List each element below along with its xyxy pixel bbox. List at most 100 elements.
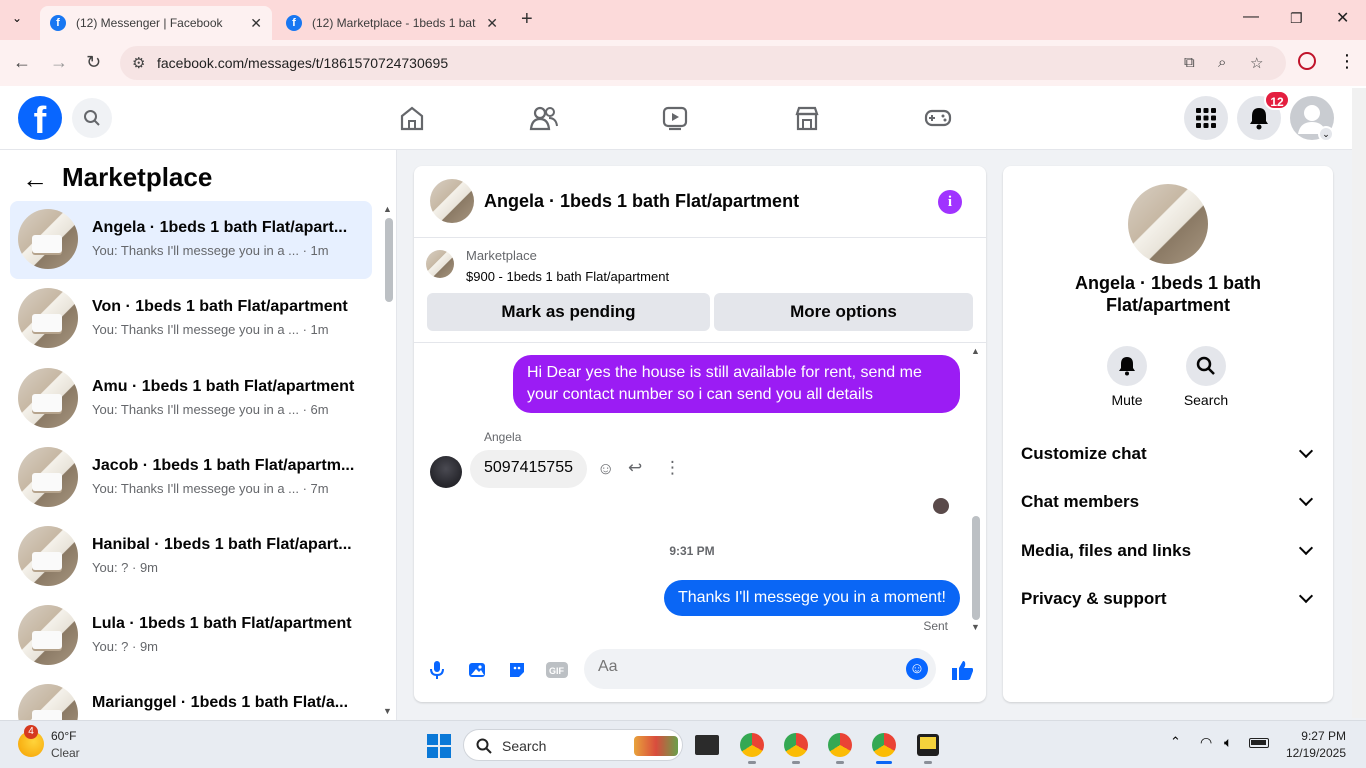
chrome-app-icon[interactable] <box>872 733 896 757</box>
home-icon[interactable] <box>396 102 428 134</box>
gif-icon[interactable]: GIF <box>546 659 568 681</box>
clock-time[interactable]: 9:27 PM <box>1292 729 1346 743</box>
clock-date[interactable]: 12/19/2025 <box>1282 746 1346 760</box>
menu-grid-button[interactable] <box>1184 96 1228 140</box>
minimize-icon[interactable]: — <box>1243 8 1259 26</box>
volume-icon[interactable]: 🔈︎ <box>1224 734 1232 751</box>
tab-title: (12) Messenger | Facebook <box>76 16 223 30</box>
chat-row[interactable]: Angela · 1beds 1 bath Flat/apart... You:… <box>10 201 372 279</box>
photo-icon[interactable] <box>466 659 488 681</box>
conversation-title[interactable]: Angela · 1beds 1 bath Flat/apartment <box>484 191 799 212</box>
wifi-icon[interactable]: ◠ <box>1200 734 1212 751</box>
tab-search-icon[interactable]: ⌄ <box>12 11 22 25</box>
chat-row[interactable]: Marianggel · 1beds 1 bath Flat/a... <box>10 676 372 720</box>
back-icon[interactable]: ← <box>13 52 31 73</box>
close-tab-icon[interactable]: ✕ <box>486 15 498 32</box>
scroll-down-icon[interactable]: ▼ <box>383 706 392 716</box>
forward-icon[interactable]: → <box>50 52 68 73</box>
mark-as-pending-button[interactable]: Mark as pending <box>427 293 710 331</box>
address-bar-row: ← → ↻ ⚙ facebook.com/messages/t/18615707… <box>0 40 1366 86</box>
site-info-icon[interactable]: ⚙ <box>132 54 145 72</box>
emoji-icon[interactable]: ☺ <box>906 658 928 680</box>
window-close-icon[interactable]: ✕ <box>1336 8 1349 28</box>
show-hidden-icons-icon[interactable]: ⌃ <box>1170 734 1181 750</box>
address-bar[interactable]: ⚙ facebook.com/messages/t/18615707247306… <box>120 46 1286 80</box>
chat-row[interactable]: Jacob · 1beds 1 bath Flat/apartm... You:… <box>10 439 372 517</box>
account-chevron-icon[interactable]: ⌄ <box>1318 126 1334 142</box>
media-files-links-section[interactable]: Media, files and links <box>1021 531 1321 571</box>
more-actions-icon[interactable]: ⋮ <box>664 458 681 478</box>
chat-members-section[interactable]: Chat members <box>1021 482 1321 522</box>
reply-icon[interactable]: ↩ <box>628 458 642 478</box>
chat-row[interactable]: Hanibal · 1beds 1 bath Flat/apart... You… <box>10 518 372 596</box>
browser-menu-icon[interactable]: ⋮ <box>1338 51 1356 72</box>
outgoing-message[interactable]: Thanks I'll messege you in a moment! <box>663 580 960 616</box>
details-avatar[interactable] <box>1128 184 1208 264</box>
new-tab-icon[interactable]: + <box>521 8 533 31</box>
chrome-app-icon[interactable] <box>784 733 808 757</box>
outgoing-message[interactable]: Hi Dear yes the house is still available… <box>513 355 960 413</box>
running-indicator <box>792 761 800 764</box>
sender-name: Angela <box>484 430 522 444</box>
chat-row[interactable]: Amu · 1beds 1 bath Flat/apartment You: T… <box>10 360 372 438</box>
page-scrollbar[interactable] <box>1352 88 1366 718</box>
like-icon[interactable] <box>951 659 973 681</box>
taskbar-search[interactable]: Search <box>463 729 683 761</box>
back-arrow-icon[interactable]: ← <box>22 164 48 195</box>
tab-messenger[interactable]: f (12) Messenger | Facebook ✕ <box>40 6 272 40</box>
task-view-icon[interactable] <box>695 735 719 755</box>
scroll-up-icon[interactable]: ▲ <box>971 346 980 356</box>
microphone-icon[interactable] <box>426 659 448 681</box>
marketplace-icon[interactable] <box>791 102 823 134</box>
bookmark-star-icon[interactable]: ☆ <box>1250 54 1263 72</box>
notification-badge: 12 <box>1264 90 1290 110</box>
message-input[interactable] <box>598 658 888 676</box>
chat-row[interactable]: Von · 1beds 1 bath Flat/apartment You: T… <box>10 280 372 358</box>
sticky-notes-icon[interactable] <box>917 734 939 756</box>
search-icon <box>476 738 492 754</box>
conversation-details-pane: Angela · 1beds 1 bath Flat/apartment Mut… <box>1003 166 1333 702</box>
chrome-app-icon[interactable] <box>740 733 764 757</box>
search-button[interactable] <box>72 98 112 138</box>
listing-thumbnail <box>18 288 78 348</box>
video-icon[interactable] <box>659 102 691 134</box>
privacy-support-section[interactable]: Privacy & support <box>1021 579 1321 619</box>
sticker-icon[interactable] <box>506 659 528 681</box>
profile-icon[interactable] <box>1298 52 1316 70</box>
more-options-button[interactable]: More options <box>714 293 973 331</box>
chrome-app-icon[interactable] <box>828 733 852 757</box>
incoming-message[interactable]: 5097415755 <box>470 450 587 488</box>
tab-marketplace[interactable]: f (12) Marketplace - 1beds 1 bat ✕ <box>276 6 508 40</box>
chat-name: Hanibal · 1beds 1 bath Flat/apart... <box>92 536 352 553</box>
listing-thumbnail <box>18 447 78 507</box>
scroll-down-icon[interactable]: ▼ <box>971 622 980 632</box>
battery-icon[interactable] <box>1249 738 1269 748</box>
zoom-icon[interactable]: ⌕ <box>1218 54 1226 71</box>
gaming-icon[interactable] <box>922 102 954 134</box>
info-icon[interactable]: i <box>938 190 962 214</box>
friends-icon[interactable] <box>528 102 560 134</box>
chat-list-scrollbar[interactable] <box>385 218 393 302</box>
conversation-scrollbar[interactable] <box>972 516 980 620</box>
customize-chat-section[interactable]: Customize chat <box>1021 434 1321 474</box>
conversation-avatar[interactable] <box>430 179 474 223</box>
mute-button[interactable]: Mute <box>1092 346 1162 408</box>
install-app-icon[interactable]: ⧉ <box>1184 54 1195 71</box>
search-in-conversation-button[interactable]: Search <box>1171 346 1241 408</box>
facebook-favicon-icon: f <box>50 15 66 31</box>
sent-status: Sent <box>923 619 948 633</box>
react-icon[interactable]: ☺ <box>597 459 614 479</box>
start-icon[interactable] <box>427 734 451 758</box>
reload-icon[interactable]: ↻ <box>86 52 101 73</box>
maximize-icon[interactable]: ❐ <box>1290 10 1303 27</box>
chat-row[interactable]: Lula · 1beds 1 bath Flat/apartment You: … <box>10 597 372 675</box>
facebook-logo-icon[interactable]: f <box>18 96 62 142</box>
message-composer[interactable]: ☺ <box>584 649 936 689</box>
marketplace-label: Marketplace <box>466 248 537 263</box>
sender-avatar[interactable] <box>430 456 462 488</box>
taskbar-search-label: Search <box>502 738 547 754</box>
pane-title: Marketplace <box>62 162 213 192</box>
listing-price[interactable]: $900 - 1beds 1 bath Flat/apartment <box>466 269 669 284</box>
scroll-up-icon[interactable]: ▲ <box>383 204 392 214</box>
close-tab-icon[interactable]: ✕ <box>250 15 262 32</box>
